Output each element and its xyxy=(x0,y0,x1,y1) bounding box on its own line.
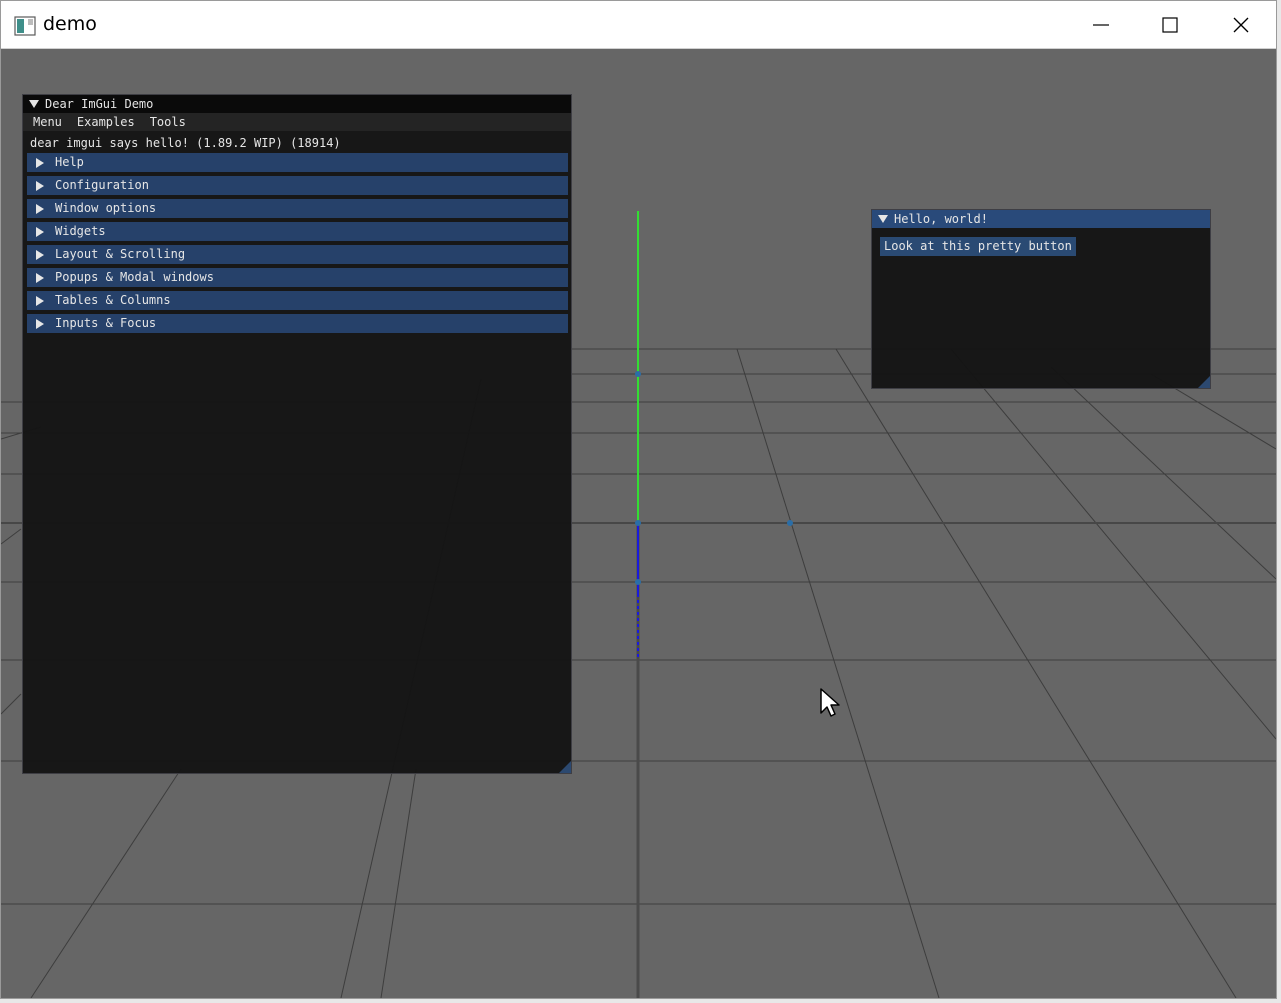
header-inputs-focus[interactable]: Inputs & Focus xyxy=(27,314,568,333)
expand-arrow-icon xyxy=(36,272,44,283)
header-tables-columns[interactable]: Tables & Columns xyxy=(27,291,568,310)
3d-viewport[interactable]: Dear ImGui Demo Menu Examples Tools dear… xyxy=(1,49,1276,998)
control-point[interactable] xyxy=(635,579,641,585)
expand-arrow-icon xyxy=(36,295,44,306)
header-label: Layout & Scrolling xyxy=(55,247,186,261)
header-label: Configuration xyxy=(55,178,149,192)
control-point[interactable] xyxy=(787,520,793,526)
minimize-icon xyxy=(1093,23,1109,26)
pretty-button[interactable]: Look at this pretty button xyxy=(880,237,1076,256)
hello-window[interactable]: Hello, world! Look at this pretty button xyxy=(871,209,1211,389)
version-text: dear imgui says hello! (1.89.2 WIP) (189… xyxy=(30,136,341,150)
app-window-icon xyxy=(14,16,36,36)
title-bar[interactable]: demo xyxy=(1,1,1276,49)
menu-examples[interactable]: Examples xyxy=(71,113,141,131)
os-window: demo Dear ImGui Demo Menu Examples Tools… xyxy=(0,0,1277,999)
collapse-arrow-icon[interactable] xyxy=(878,215,888,223)
maximize-icon xyxy=(1162,16,1178,33)
close-icon xyxy=(1233,17,1249,32)
header-configuration[interactable]: Configuration xyxy=(27,176,568,195)
mouse-cursor-icon xyxy=(820,688,840,717)
header-label: Widgets xyxy=(55,224,106,238)
header-popups-modal[interactable]: Popups & Modal windows xyxy=(27,268,568,287)
demo-window[interactable]: Dear ImGui Demo Menu Examples Tools dear… xyxy=(22,94,572,774)
expand-arrow-icon xyxy=(36,157,44,168)
control-point[interactable] xyxy=(635,371,641,377)
expand-arrow-icon xyxy=(36,226,44,237)
menu-menu[interactable]: Menu xyxy=(27,113,68,131)
menu-bar: Menu Examples Tools xyxy=(23,113,571,131)
maximize-button[interactable] xyxy=(1135,1,1205,48)
expand-arrow-icon xyxy=(36,249,44,260)
expand-arrow-icon xyxy=(36,180,44,191)
resize-grip[interactable] xyxy=(559,761,571,773)
close-button[interactable] xyxy=(1206,1,1276,48)
window-title: demo xyxy=(43,13,97,35)
demo-window-title: Dear ImGui Demo xyxy=(45,97,154,111)
hello-window-title: Hello, world! xyxy=(894,212,988,226)
header-label: Help xyxy=(55,155,84,169)
header-label: Inputs & Focus xyxy=(55,316,157,330)
control-point[interactable] xyxy=(635,520,641,526)
collapse-arrow-icon[interactable] xyxy=(29,100,39,108)
expand-arrow-icon xyxy=(36,318,44,329)
hello-window-titlebar[interactable]: Hello, world! xyxy=(872,210,1210,228)
resize-grip[interactable] xyxy=(1198,376,1210,388)
header-label: Popups & Modal windows xyxy=(55,270,214,284)
expand-arrow-icon xyxy=(36,203,44,214)
header-layout-scrolling[interactable]: Layout & Scrolling xyxy=(27,245,568,264)
menu-tools[interactable]: Tools xyxy=(144,113,192,131)
collapsing-headers: Help Configuration Window options Widget… xyxy=(23,153,571,333)
header-widgets[interactable]: Widgets xyxy=(27,222,568,241)
header-label: Window options xyxy=(55,201,157,215)
header-label: Tables & Columns xyxy=(55,293,171,307)
header-window-options[interactable]: Window options xyxy=(27,199,568,218)
demo-window-titlebar[interactable]: Dear ImGui Demo xyxy=(23,95,571,113)
minimize-button[interactable] xyxy=(1066,1,1136,48)
header-help[interactable]: Help xyxy=(27,153,568,172)
